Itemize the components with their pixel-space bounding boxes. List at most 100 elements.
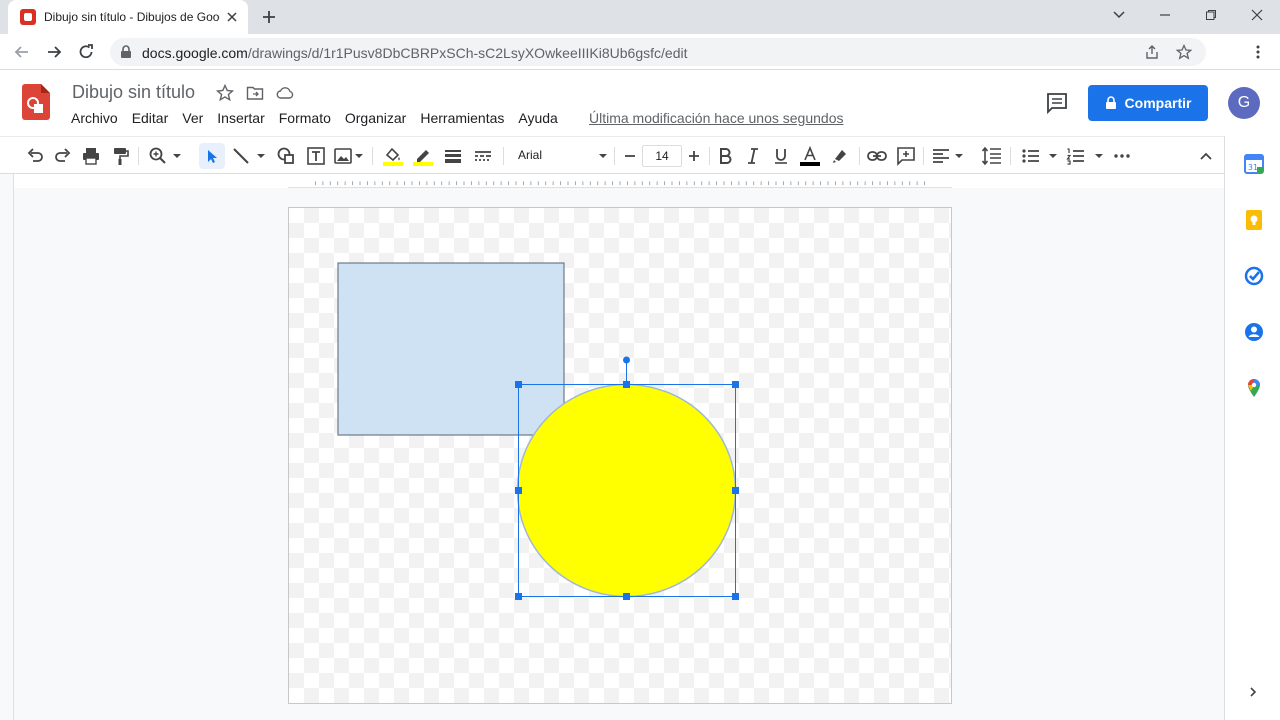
highlight-color-icon[interactable] [829,145,851,167]
tab-search-button[interactable] [1096,0,1142,30]
bulleted-list-icon[interactable] [1020,145,1042,167]
decrease-font-size-icon[interactable] [619,145,641,167]
resize-handle-sw[interactable] [515,593,522,600]
resize-handle-se[interactable] [732,593,739,600]
toolbar-separator [372,147,373,165]
underline-icon[interactable] [770,145,792,167]
close-window-button[interactable] [1234,0,1280,30]
resize-handle-w[interactable] [515,487,522,494]
share-page-icon[interactable] [1144,44,1160,60]
font-dropdown-icon[interactable] [596,145,610,167]
chevron-down-icon [1113,11,1125,19]
zoom-dropdown-icon[interactable] [170,145,184,167]
tasks-icon[interactable] [1243,265,1265,287]
border-color-swatch [413,162,433,166]
vertical-ruler [0,174,14,720]
lock-icon [121,45,131,58]
share-button[interactable]: Compartir [1088,85,1208,121]
document-title[interactable]: Dibujo sin título [72,82,195,103]
numbered-list-dropdown-icon[interactable] [1092,145,1106,167]
menu-formato[interactable]: Formato [279,110,331,126]
side-panel: 31 [1224,136,1280,720]
reload-icon[interactable] [76,42,96,62]
align-dropdown-icon[interactable] [952,145,966,167]
account-avatar[interactable]: G [1228,87,1260,119]
forward-icon[interactable] [44,42,64,62]
star-icon[interactable] [216,84,234,102]
menu-ayuda[interactable]: Ayuda [518,110,557,126]
print-icon[interactable] [80,145,102,167]
italic-icon[interactable] [742,145,764,167]
font-family-select[interactable]: Arial [518,148,542,162]
keep-icon[interactable] [1243,209,1265,231]
redo-icon[interactable] [52,145,74,167]
browser-tab[interactable]: Dibujo sin título - Dibujos de Google [8,0,248,34]
yellow-circle-shape[interactable] [516,383,737,598]
more-options-icon[interactable] [1111,145,1133,167]
numbered-list-icon[interactable] [1065,145,1087,167]
bold-icon[interactable] [714,145,736,167]
horizontal-ruler [288,174,952,188]
shape-tool-icon[interactable] [275,145,297,167]
collapse-menu-icon[interactable] [1195,145,1217,167]
minimize-button[interactable] [1142,0,1188,30]
menu-archivo[interactable]: Archivo [71,110,118,126]
resize-handle-ne[interactable] [732,381,739,388]
menu-ver[interactable]: Ver [182,110,203,126]
rotate-handle[interactable] [623,356,630,364]
zoom-icon[interactable] [147,145,169,167]
browser-menu-icon[interactable] [1250,44,1266,60]
cursor-arrow-icon [208,150,217,163]
resize-handle-s[interactable] [623,593,630,600]
border-weight-icon[interactable] [442,145,464,167]
menu-organizar[interactable]: Organizar [345,110,406,126]
select-tool-button[interactable] [199,143,225,169]
align-icon[interactable] [930,145,952,167]
back-icon[interactable] [12,42,32,62]
border-dash-icon[interactable] [472,145,494,167]
comments-icon[interactable] [1045,91,1069,115]
line-spacing-icon[interactable] [981,145,1003,167]
new-tab-icon[interactable] [260,8,278,26]
increase-font-size-icon[interactable] [683,145,705,167]
border-color-icon[interactable] [412,145,434,167]
bookmark-star-icon[interactable] [1176,44,1192,60]
blue-rectangle-shape[interactable] [337,262,565,436]
menu-herramientas[interactable]: Herramientas [420,110,504,126]
resize-handle-nw[interactable] [515,381,522,388]
text-box-icon[interactable] [305,145,327,167]
fill-color-swatch [383,162,403,166]
tab-title: Dibujo sin título - Dibujos de Google [44,10,220,24]
text-color-swatch [800,162,820,166]
calendar-icon[interactable]: 31 [1243,153,1265,175]
font-size-input[interactable]: 14 [642,145,682,167]
line-dropdown-icon[interactable] [254,145,268,167]
expand-panel-icon[interactable] [1246,685,1260,699]
cloud-saved-icon[interactable] [276,84,294,102]
drawings-logo-icon[interactable] [22,84,50,120]
image-dropdown-icon[interactable] [352,145,366,167]
resize-handle-n[interactable] [623,381,630,388]
restore-button[interactable] [1188,0,1234,30]
resize-handle-e[interactable] [732,487,739,494]
menu-editar[interactable]: Editar [132,110,169,126]
omnibox[interactable]: docs.google.com/drawings/d/1r1Pusv8DbCBR… [110,38,1206,66]
menu-bar: Archivo Editar Ver Insertar Formato Orga… [71,110,572,126]
paint-format-icon[interactable] [109,145,131,167]
add-comment-icon[interactable] [895,145,917,167]
undo-icon[interactable] [24,145,46,167]
fill-color-icon[interactable] [382,145,404,167]
text-color-icon[interactable] [799,145,821,167]
move-folder-icon[interactable] [246,84,264,102]
contacts-icon[interactable] [1243,321,1265,343]
image-icon[interactable] [332,145,354,167]
url-text: docs.google.com/drawings/d/1r1Pusv8DbCBR… [142,45,687,61]
toolbar-separator [138,147,139,165]
menu-insertar[interactable]: Insertar [217,110,264,126]
maps-icon[interactable] [1243,377,1265,399]
insert-link-icon[interactable] [866,145,888,167]
bulleted-list-dropdown-icon[interactable] [1046,145,1060,167]
line-tool-icon[interactable] [230,145,252,167]
close-tab-icon[interactable] [224,9,240,25]
last-modified-link[interactable]: Última modificación hace unos segundos [589,110,843,126]
